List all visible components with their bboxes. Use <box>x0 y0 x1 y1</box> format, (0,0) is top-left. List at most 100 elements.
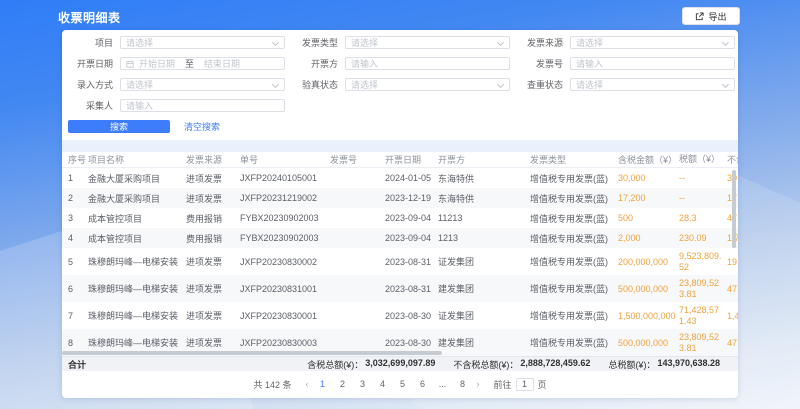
cell-source: 进项发票 <box>186 255 240 268</box>
page-number-2[interactable]: 2 <box>337 379 349 389</box>
cell-project: 珠穆朗玛峰—电梯安装 <box>88 282 186 295</box>
cell-tax: 28.3 <box>679 213 727 223</box>
horizontal-scrollbar[interactable] <box>62 351 442 355</box>
total-excl-tax-label: 不含税总额(¥)： <box>453 358 518 371</box>
col-amount-incl: 含税金额（¥） <box>618 153 679 166</box>
cell-type: 增值税专用发票(蓝) <box>530 172 618 185</box>
collector-input[interactable] <box>120 99 285 112</box>
cell-amount-excl: 19 <box>727 257 738 267</box>
page-number-1[interactable]: 1 <box>317 379 329 389</box>
total-incl-tax-label: 含税总额(¥)： <box>307 358 363 371</box>
prev-page-icon[interactable]: ‹ <box>306 379 309 389</box>
table-row[interactable]: 7 珠穆朗玛峰—电梯安装 进项发票 JXFP20230830001 2023-0… <box>62 302 738 329</box>
start-date-placeholder: 开始日期 <box>139 57 175 70</box>
verify-status-select[interactable]: 请选择 <box>345 78 510 91</box>
invoice-date-range-picker[interactable]: 开始日期 至 结束日期 <box>120 57 285 70</box>
cell-order-no: JXFP20240105001 <box>240 173 330 183</box>
cell-type: 增值税专用发票(蓝) <box>530 336 618 349</box>
cell-amount-incl: 1,500,000,000 <box>618 311 679 321</box>
calendar-icon <box>126 60 134 68</box>
search-button[interactable]: 搜索 <box>68 120 170 133</box>
cell-no: 5 <box>68 257 88 267</box>
cell-order-no: JXFP20230830002 <box>240 257 330 267</box>
cell-issuer: 建发集团 <box>438 282 530 295</box>
cell-date: 2023-08-30 <box>385 338 438 348</box>
cell-amount-incl: 500 <box>618 213 679 223</box>
cell-issuer: 11213 <box>438 213 530 223</box>
cell-date: 2023-08-31 <box>385 257 438 267</box>
issuer-input[interactable] <box>345 57 510 70</box>
project-select[interactable]: 请选择 <box>120 36 285 49</box>
table-row[interactable]: 4 成本管控项目 费用报销 FYBX20230902003 2023-09-04… <box>62 228 738 248</box>
dup-check-status-select[interactable]: 请选择 <box>570 78 735 91</box>
page-ellipsis[interactable]: ... <box>437 379 449 389</box>
collector-label: 采集人 <box>62 99 113 112</box>
end-date-placeholder: 结束日期 <box>204 57 240 70</box>
chevron-down-icon <box>722 39 729 46</box>
cell-date: 2023-09-04 <box>385 233 438 243</box>
cell-amount-excl: 47 <box>727 284 738 294</box>
dup-check-status-placeholder: 请选择 <box>576 78 603 91</box>
cell-amount-incl: 200,000,000 <box>618 257 679 267</box>
cell-source: 进项发票 <box>186 172 240 185</box>
invoice-type-select[interactable]: 请选择 <box>345 36 510 49</box>
clear-search-link[interactable]: 清空搜索 <box>184 120 220 133</box>
export-button[interactable]: 导出 <box>682 7 740 25</box>
col-issuer: 开票方 <box>438 153 530 166</box>
col-invoice-no: 发票号 <box>330 153 385 166</box>
cell-order-no: JXFP20230830001 <box>240 311 330 321</box>
invoice-date-label: 开票日期 <box>62 57 113 70</box>
cell-date: 2023-12-19 <box>385 193 438 203</box>
entry-method-placeholder: 请选择 <box>126 78 153 91</box>
col-no: 序号 <box>68 153 88 166</box>
chevron-down-icon <box>272 81 279 88</box>
cell-no: 1 <box>68 173 88 183</box>
pagination: 共 142 条 ‹ 1 2 3 4 5 6 ... 8 › 前往 页 <box>62 371 738 397</box>
cell-order-no: JXFP20231219002 <box>240 193 330 203</box>
cell-no: 4 <box>68 233 88 243</box>
cell-amount-excl: 1,4 <box>727 311 738 321</box>
cell-tax: 23,809,523.81 <box>679 332 727 353</box>
cell-no: 3 <box>68 213 88 223</box>
page-number-5[interactable]: 5 <box>397 379 409 389</box>
cell-no: 7 <box>68 311 88 321</box>
invoice-source-select[interactable]: 请选择 <box>570 36 735 49</box>
table-row[interactable]: 5 珠穆朗玛峰—电梯安装 进项发票 JXFP20230830002 2023-0… <box>62 248 738 275</box>
cell-source: 进项发票 <box>186 192 240 205</box>
chevron-down-icon <box>272 39 279 46</box>
entry-method-select[interactable]: 请选择 <box>120 78 285 91</box>
total-incl-tax-value: 3,032,699,097.89 <box>365 358 435 371</box>
goto-page-input[interactable] <box>516 378 534 391</box>
invoice-no-input[interactable] <box>570 57 735 70</box>
invoice-no-label: 发票号 <box>512 57 563 70</box>
total-excl-tax-value: 2,888,728,459.62 <box>520 358 590 371</box>
project-label: 项目 <box>62 36 113 49</box>
pagination-total: 共 142 条 <box>253 378 291 391</box>
page-number-4[interactable]: 4 <box>377 379 389 389</box>
next-page-icon[interactable]: › <box>477 379 480 389</box>
table-row[interactable]: 1 金融大厦采购项目 进项发票 JXFP20240105001 2024-01-… <box>62 168 738 188</box>
vertical-scrollbar[interactable] <box>732 170 736 248</box>
page-number-6[interactable]: 6 <box>417 379 429 389</box>
page-number-3[interactable]: 3 <box>357 379 369 389</box>
section-divider <box>62 140 738 152</box>
col-project: 项目名称 <box>88 153 186 166</box>
total-tax-label: 总税额(¥)： <box>608 358 655 371</box>
cell-amount-incl: 2,000 <box>618 233 679 243</box>
verify-status-label: 验真状态 <box>287 78 338 91</box>
table-row[interactable]: 6 珠穆朗玛峰—电梯安装 进项发票 JXFP20230831001 2023-0… <box>62 275 738 302</box>
cell-project: 成本管控项目 <box>88 232 186 245</box>
page-number-8[interactable]: 8 <box>457 379 469 389</box>
cell-no: 2 <box>68 193 88 203</box>
cell-type: 增值税专用发票(蓝) <box>530 309 618 322</box>
cell-amount-incl: 500,000,000 <box>618 338 679 348</box>
cell-date: 2023-08-31 <box>385 284 438 294</box>
col-type: 发票类型 <box>530 153 618 166</box>
cell-no: 8 <box>68 338 88 348</box>
chevron-down-icon <box>497 81 504 88</box>
table-row[interactable]: 3 成本管控项目 费用报销 FYBX20230902003 2023-09-04… <box>62 208 738 228</box>
cell-type: 增值税专用发票(蓝) <box>530 282 618 295</box>
cell-source: 费用报销 <box>186 212 240 225</box>
cell-tax: -- <box>679 193 727 203</box>
table-row[interactable]: 2 金融大厦采购项目 进项发票 JXFP20231219002 2023-12-… <box>62 188 738 208</box>
